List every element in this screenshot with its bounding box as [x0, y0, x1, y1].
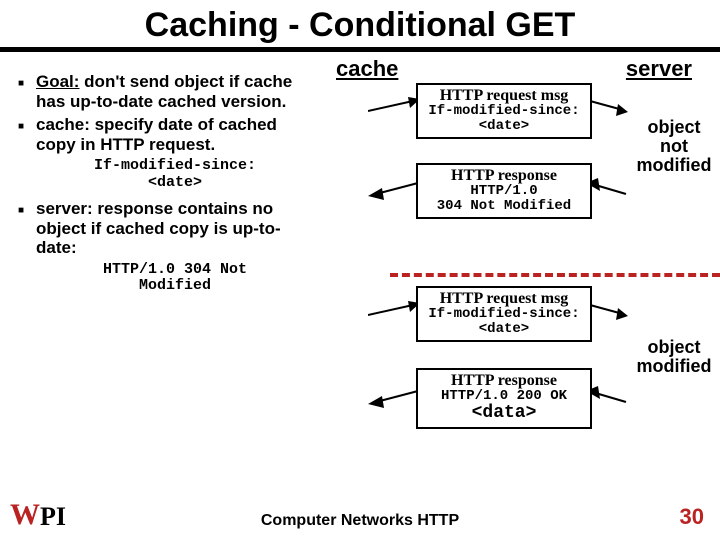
note-line: object — [634, 338, 714, 357]
box-line: 304 Not Modified — [420, 199, 588, 214]
logo-pi: PI — [40, 504, 66, 530]
response-box-1: HTTP response HTTP/1.0 304 Not Modified — [416, 163, 592, 219]
logo-w: W — [10, 500, 40, 530]
box-title: HTTP response — [420, 372, 588, 389]
box-line: HTTP/1.0 — [420, 184, 588, 199]
bullet-1: ■ Goal: don't send object if cache has u… — [18, 72, 308, 111]
box-data: <data> — [420, 404, 588, 423]
note-line: modified — [634, 156, 714, 175]
bullet-dot: ■ — [18, 199, 36, 258]
bullet-3-text: server: response contains no object if c… — [36, 199, 308, 258]
page-number: 30 — [680, 504, 704, 530]
note-modified: object modified — [634, 338, 714, 376]
code-line: <date> — [42, 175, 308, 192]
box-title: HTTP response — [420, 167, 588, 184]
wpi-logo: WPI — [10, 500, 66, 530]
bullet-dot: ■ — [18, 72, 36, 111]
box-title: HTTP request msg — [420, 87, 588, 104]
server-header: server — [626, 56, 692, 82]
box-line: <date> — [420, 119, 588, 134]
box-line: HTTP/1.0 200 OK — [420, 389, 588, 404]
code-line: If-modified-since: — [42, 158, 308, 175]
divider-dashed — [390, 273, 720, 277]
bullet-3: ■ server: response contains no object if… — [18, 199, 308, 258]
note-line: object — [634, 118, 714, 137]
code-line: HTTP/1.0 304 Not — [42, 262, 308, 279]
goal-label: Goal: — [36, 72, 79, 91]
box-title: HTTP request msg — [420, 290, 588, 307]
bullet-dot: ■ — [18, 115, 36, 154]
bullet-2-text: cache: specify date of cached copy in HT… — [36, 115, 308, 154]
box-line: <date> — [420, 322, 588, 337]
box-line: If-modified-since: — [420, 104, 588, 119]
bullet-2: ■ cache: specify date of cached copy in … — [18, 115, 308, 154]
code-sub-2: HTTP/1.0 304 Not Modified — [42, 262, 308, 295]
note-line: modified — [634, 357, 714, 376]
note-line: not — [634, 137, 714, 156]
cache-header: cache — [336, 56, 398, 82]
box-line: If-modified-since: — [420, 307, 588, 322]
code-line: Modified — [42, 278, 308, 295]
diagram-column: cache server HTTP request msg If-modifie… — [308, 58, 712, 478]
code-sub-1: If-modified-since: <date> — [42, 158, 308, 191]
response-box-2: HTTP response HTTP/1.0 200 OK <data> — [416, 368, 592, 429]
request-box-1: HTTP request msg If-modified-since: <dat… — [416, 83, 592, 139]
request-box-2: HTTP request msg If-modified-since: <dat… — [416, 286, 592, 342]
title-rule — [0, 47, 720, 52]
bullet-column: ■ Goal: don't send object if cache has u… — [18, 58, 308, 478]
main-content: ■ Goal: don't send object if cache has u… — [0, 58, 720, 478]
footer-text: Computer Networks HTTP — [261, 512, 459, 530]
note-not-modified: object not modified — [634, 118, 714, 175]
slide-title: Caching - Conditional GET — [0, 0, 720, 47]
